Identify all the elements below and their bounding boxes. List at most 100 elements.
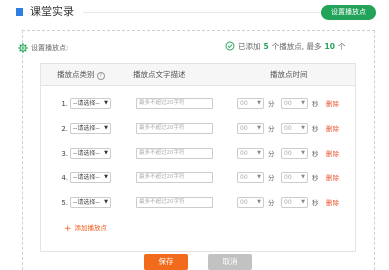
type-select-value: --请选择-- [73, 150, 100, 157]
header-desc: 播放点文字描述 [133, 70, 186, 79]
title-marker [16, 8, 23, 16]
row-index: 4. [61, 174, 68, 182]
type-select[interactable]: --请选择-- ▼ [70, 123, 111, 134]
minute-select[interactable]: 00 ▼ [237, 123, 264, 134]
row-index: 1. [61, 100, 68, 108]
setup-label: 设置播放点: [18, 42, 68, 54]
type-select-value: --请选择-- [73, 199, 100, 206]
gear-icon [18, 43, 28, 53]
table-row: 2. --请选择-- ▼ 最多不超过20字符 00 ▼ 分 00 ▼ 秒 删除 [41, 122, 355, 136]
added-count: 5 [263, 42, 269, 51]
minute-value: 00 [240, 150, 248, 157]
minute-select[interactable]: 00 ▼ [237, 98, 264, 109]
second-value: 00 [284, 100, 292, 107]
type-select-value: --请选择-- [73, 174, 100, 181]
row-index: 5. [61, 199, 68, 207]
minute-unit: 分 [268, 174, 275, 182]
type-select-value: --请选择-- [73, 100, 100, 107]
check-circle-icon [225, 41, 235, 51]
chevron-down-icon: ▼ [257, 125, 261, 131]
chevron-down-icon: ▼ [257, 150, 261, 156]
desc-input[interactable]: 最多不超过20字符 [136, 123, 213, 134]
table-header: 播放点类别? 播放点文字描述 播放点时间 [41, 64, 355, 86]
second-value: 00 [284, 199, 292, 206]
second-value: 00 [284, 125, 292, 132]
table-row: 5. --请选择-- ▼ 最多不超过20字符 00 ▼ 分 00 ▼ 秒 删除 [41, 196, 355, 210]
save-button[interactable]: 保存 [144, 254, 188, 270]
header-time: 播放点时间 [270, 70, 308, 79]
chevron-down-icon: ▼ [257, 100, 261, 106]
minute-unit: 分 [268, 199, 275, 207]
chevron-down-icon: ▼ [301, 100, 305, 106]
desc-input[interactable]: 最多不超过20字符 [136, 148, 213, 159]
desc-input[interactable]: 最多不超过20字符 [136, 98, 213, 109]
second-unit: 秒 [312, 199, 319, 207]
second-unit: 秒 [312, 100, 319, 108]
type-select[interactable]: --请选择-- ▼ [70, 172, 111, 183]
chevron-down-icon: ▼ [104, 100, 108, 106]
minute-unit: 分 [268, 150, 275, 158]
second-select[interactable]: 00 ▼ [281, 148, 308, 159]
delete-link[interactable]: 删除 [326, 124, 339, 134]
second-unit: 秒 [312, 150, 319, 158]
counter-suffix: 个 [337, 42, 346, 51]
desc-input[interactable]: 最多不超过20字符 [136, 197, 213, 208]
chevron-down-icon: ▼ [104, 125, 108, 131]
chevron-down-icon: ▼ [104, 199, 108, 205]
chevron-down-icon: ▼ [257, 199, 261, 205]
table-row: 3. --请选择-- ▼ 最多不超过20字符 00 ▼ 分 00 ▼ 秒 删除 [41, 147, 355, 161]
help-icon[interactable]: ? [96, 72, 105, 80]
type-select-value: --请选择-- [73, 125, 100, 132]
row-index: 2. [61, 125, 68, 133]
minute-value: 00 [240, 100, 248, 107]
desc-input[interactable]: 最多不超过20字符 [136, 172, 213, 183]
minute-unit: 分 [268, 125, 275, 133]
minute-select[interactable]: 00 ▼ [237, 197, 264, 208]
setup-label-text: 设置播放点: [31, 44, 69, 52]
chevron-down-icon: ▼ [104, 174, 108, 180]
counter-mid: 个播放点, 最多 [271, 42, 322, 51]
title-divider [83, 12, 337, 13]
cancel-button[interactable]: 取消 [208, 254, 252, 270]
row-index: 3. [61, 150, 68, 158]
add-playpoint-link[interactable]: + 添加播放点 [64, 222, 107, 235]
delete-link[interactable]: 删除 [326, 149, 339, 159]
chevron-down-icon: ▼ [301, 174, 305, 180]
second-value: 00 [284, 174, 292, 181]
delete-link[interactable]: 删除 [326, 198, 339, 208]
plus-icon: + [64, 224, 72, 234]
header: 课堂实录 设置播放点 [0, 0, 389, 28]
type-select[interactable]: --请选择-- ▼ [70, 197, 111, 208]
minute-value: 00 [240, 199, 248, 206]
delete-link[interactable]: 删除 [326, 173, 339, 183]
second-select[interactable]: 00 ▼ [281, 98, 308, 109]
minute-value: 00 [240, 125, 248, 132]
header-type: 播放点类别? [57, 64, 105, 86]
chevron-down-icon: ▼ [104, 150, 108, 156]
playpoint-counter: 已添加 5 个播放点, 最多 10 个 [225, 41, 345, 53]
minute-value: 00 [240, 174, 248, 181]
second-select[interactable]: 00 ▼ [281, 123, 308, 134]
table-row: 1. --请选择-- ▼ 最多不超过20字符 00 ▼ 分 00 ▼ 秒 删除 [41, 97, 355, 111]
second-unit: 秒 [312, 125, 319, 133]
header-type-label: 播放点类别 [57, 70, 95, 79]
table-row: 4. --请选择-- ▼ 最多不超过20字符 00 ▼ 分 00 ▼ 秒 删除 [41, 171, 355, 185]
second-select[interactable]: 00 ▼ [281, 172, 308, 183]
minute-select[interactable]: 00 ▼ [237, 148, 264, 159]
set-playpoint-button[interactable]: 设置播放点 [321, 5, 376, 20]
max-count: 10 [324, 42, 335, 51]
minute-select[interactable]: 00 ▼ [237, 172, 264, 183]
chevron-down-icon: ▼ [301, 125, 305, 131]
chevron-down-icon: ▼ [301, 199, 305, 205]
delete-link[interactable]: 删除 [326, 99, 339, 109]
second-value: 00 [284, 150, 292, 157]
chevron-down-icon: ▼ [301, 150, 305, 156]
add-playpoint-label: 添加播放点 [74, 224, 108, 232]
type-select[interactable]: --请选择-- ▼ [70, 148, 111, 159]
type-select[interactable]: --请选择-- ▼ [70, 98, 111, 109]
second-select[interactable]: 00 ▼ [281, 197, 308, 208]
page-title: 课堂实录 [30, 5, 74, 18]
counter-prefix: 已添加 [238, 42, 261, 51]
minute-unit: 分 [268, 100, 275, 108]
second-unit: 秒 [312, 174, 319, 182]
